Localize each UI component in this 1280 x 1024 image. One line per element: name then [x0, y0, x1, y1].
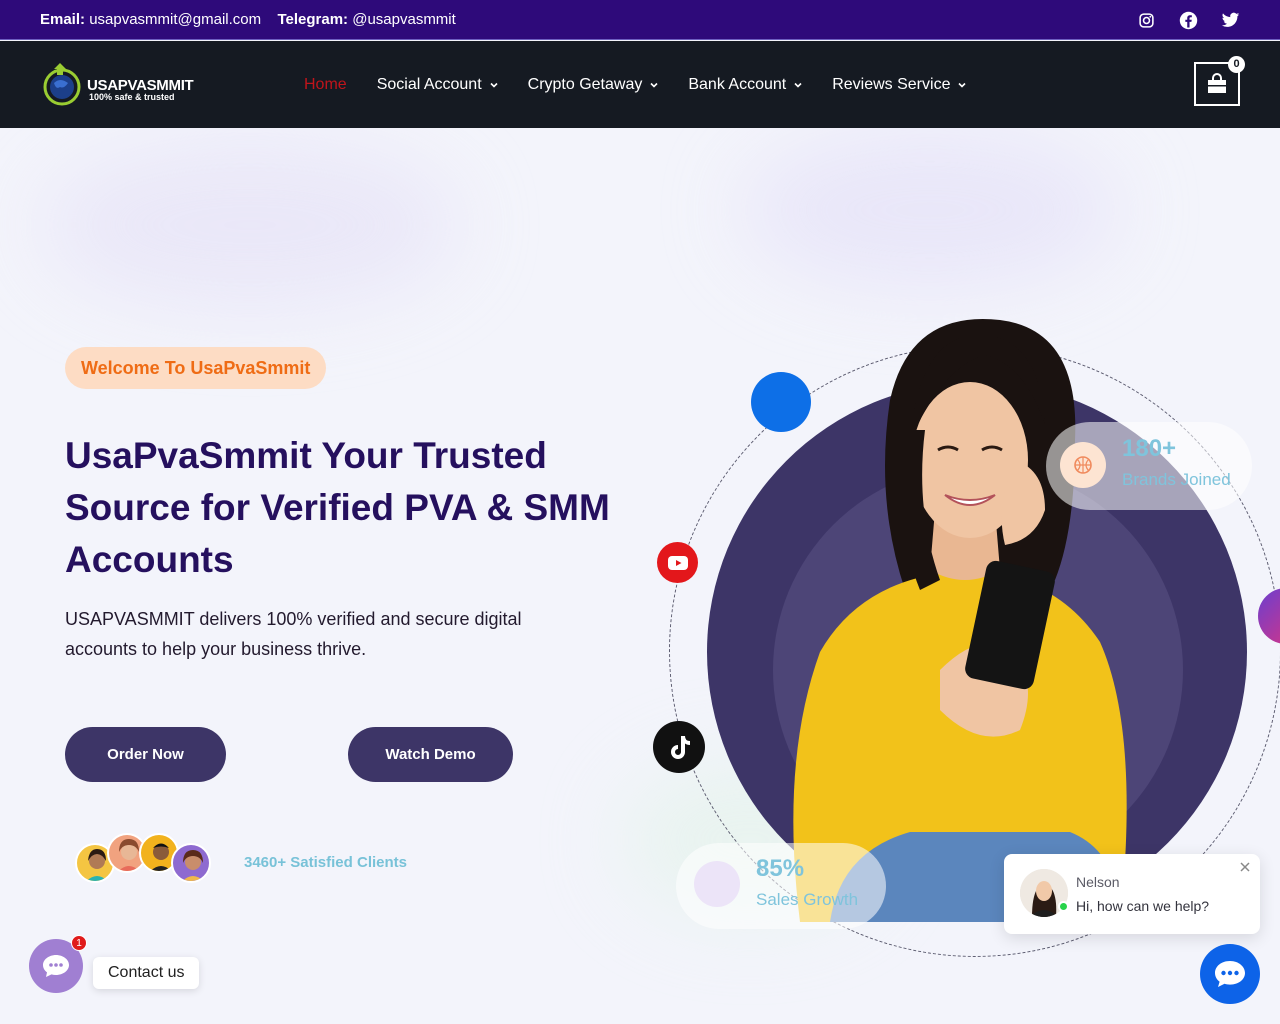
decorative-blue-dot	[751, 372, 811, 432]
email-label: Email:	[40, 11, 86, 28]
cart-count-badge: 0	[1228, 56, 1245, 73]
telegram-value[interactable]: @usapvasmmit	[352, 11, 456, 28]
chevron-down-icon	[490, 82, 498, 88]
nav-item-crypto-getaway[interactable]: Crypto Getaway	[528, 76, 660, 94]
chat-bubble-icon	[43, 955, 69, 977]
email-value[interactable]: usapvasmmit@gmail.com	[89, 11, 261, 28]
nav-item-home[interactable]: Home	[304, 76, 347, 94]
top-bar: Email: usapvasmmit@gmail.com Telegram: @…	[0, 0, 1280, 40]
background-blob	[40, 140, 460, 310]
nav-item-label: Crypto Getaway	[527, 76, 643, 93]
nav-item-label: Home	[304, 76, 347, 93]
sales-growth-label: Sales Growth	[756, 890, 859, 909]
main-navbar: USAPVASMMIT 100% safe & trusted Home Soc…	[0, 41, 1280, 128]
nav-item-label: Reviews Service	[832, 76, 951, 93]
brands-joined-stat: 180+ Brands Joined	[1046, 422, 1252, 510]
shopping-bag-icon	[1208, 73, 1226, 93]
chevron-down-icon	[958, 82, 967, 88]
avatar	[171, 843, 211, 883]
chat-popup[interactable]: Nelson Hi, how can we help?	[1004, 854, 1260, 934]
close-icon[interactable]	[1238, 860, 1252, 874]
nav-item-label: Social Account	[376, 76, 482, 93]
basketball-icon	[1060, 442, 1106, 488]
chevron-down-icon	[794, 82, 802, 88]
sales-growth-icon	[694, 861, 740, 907]
nav-item-label: Bank Account	[688, 76, 787, 93]
agent-name: Nelson	[1076, 874, 1120, 890]
brands-joined-value: 180+	[1122, 435, 1177, 462]
chat-greeting: Hi, how can we help?	[1076, 898, 1210, 914]
sales-growth-stat: 85% Sales Growth	[676, 843, 886, 929]
youtube-icon[interactable]	[657, 542, 698, 583]
hero-title: UsaPvaSmmit Your Trusted Source for Veri…	[65, 435, 610, 580]
notification-badge: 1	[71, 935, 87, 951]
brands-joined-label: Brands Joined	[1122, 470, 1231, 489]
cart-button[interactable]: 0	[1194, 56, 1245, 106]
watch-demo-button[interactable]: Watch Demo	[348, 727, 513, 782]
chevron-down-icon	[650, 82, 658, 88]
brand-tagline: 100% safe & trusted	[89, 92, 175, 102]
hero-description: USAPVASMMIT delivers 100% verified and s…	[65, 609, 522, 659]
contact-info: Email: usapvasmmit@gmail.com Telegram: @…	[40, 11, 456, 28]
nav-item-reviews-service[interactable]: Reviews Service	[832, 76, 967, 94]
telegram-label: Telegram:	[277, 11, 349, 28]
instagram-icon[interactable]	[1136, 10, 1156, 30]
background-blob	[740, 130, 1120, 290]
sales-growth-value: 85%	[756, 855, 805, 882]
site-logo[interactable]: USAPVASMMIT 100% safe & trusted	[40, 61, 200, 111]
chat-launcher-button[interactable]	[1200, 944, 1260, 1004]
chat-bubble-icon	[1215, 961, 1245, 987]
twitter-icon[interactable]	[1220, 10, 1240, 30]
primary-nav: Home Social Account Crypto Getaway Bank …	[304, 76, 967, 94]
social-links	[1136, 10, 1240, 30]
hero-woman-with-phone-image	[793, 319, 1127, 922]
client-avatars	[75, 833, 215, 885]
welcome-badge: Welcome To UsaPvaSmmit	[65, 347, 327, 389]
satisfied-clients-text: 3460+ Satisfied Clients	[244, 854, 407, 871]
facebook-icon[interactable]	[1178, 10, 1198, 30]
tiktok-icon[interactable]	[653, 721, 705, 773]
contact-us-label[interactable]: Contact us	[93, 957, 200, 989]
globe-logo-icon	[43, 63, 81, 106]
contact-us-button[interactable]: 1	[29, 935, 87, 993]
nav-item-social-account[interactable]: Social Account	[377, 76, 499, 94]
nav-item-bank-account[interactable]: Bank Account	[688, 76, 803, 94]
online-status-dot	[1058, 901, 1069, 912]
order-now-button[interactable]: Order Now	[65, 727, 226, 782]
